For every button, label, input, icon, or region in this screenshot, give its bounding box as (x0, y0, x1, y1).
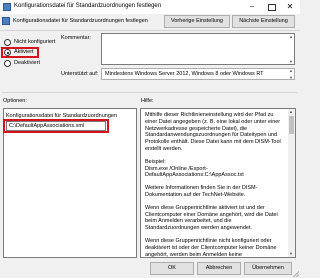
setting-icon (2, 17, 10, 25)
minimize-button[interactable]: – (243, 1, 261, 12)
radio-disabled[interactable] (4, 60, 11, 67)
next-setting-button[interactable]: Nächste Einstellung (232, 15, 295, 28)
comment-scroll-down-icon[interactable]: ▼ (288, 59, 294, 64)
radio-not-configured-label[interactable]: Nicht konfiguriert (14, 39, 55, 45)
section-divider (2, 92, 298, 93)
radio-enabled[interactable] (4, 49, 11, 56)
comment-label: Kommentar: (61, 35, 91, 41)
help-scrollbar-thumb[interactable] (289, 116, 294, 134)
maximize-button[interactable] (262, 1, 280, 12)
supported-value: Mindestens Windows Server 2012, Windows … (101, 68, 295, 80)
resize-grip-icon[interactable] (293, 271, 299, 277)
comment-scroll-up-icon[interactable]: ▲ (288, 34, 294, 39)
supported-scroll-down-icon[interactable]: ▼ (288, 75, 294, 80)
supported-label: Unterstützt auf: (61, 71, 99, 77)
help-paragraph: Mithilfe dieser Richtlinieneinstellung w… (145, 112, 281, 152)
maximize-icon (268, 4, 276, 11)
setting-title: Konfigurationsdatei für Standardzuordnun… (13, 18, 148, 24)
ok-button[interactable]: OK (150, 262, 194, 275)
window-title: Konfigurationsdatei für Standardzuordnun… (14, 3, 162, 9)
supported-scroll-up-icon[interactable]: ▲ (288, 68, 294, 73)
options-heading: Optionen: (3, 98, 27, 104)
help-scroll-down-icon[interactable]: ▼ (288, 251, 294, 256)
radio-disabled-label[interactable]: Deaktiviert (14, 60, 40, 66)
previous-setting-button[interactable]: Vorherige Einstellung (164, 15, 230, 28)
help-scroll-up-icon[interactable]: ▲ (288, 109, 294, 114)
help-text-panel: Mithilfe dieser Richtlinieneinstellung w… (140, 108, 296, 258)
help-paragraph: Beispiel: Dism.exe /Online /Export-Defau… (145, 158, 244, 179)
radio-enabled-label[interactable]: Aktiviert (14, 49, 34, 55)
help-paragraph: Weitere Informationen finden Sie in der … (145, 185, 258, 198)
help-paragraph: Wenn diese Gruppenrichtlinie aktiviert i… (145, 204, 278, 232)
config-file-path-input[interactable]: C:\DefaultAppAssociations.xml (6, 121, 106, 131)
help-heading: Hilfe: (141, 98, 154, 104)
cancel-button[interactable]: Abbrechen (197, 262, 241, 275)
header-divider (0, 30, 300, 31)
comment-textarea[interactable] (101, 33, 295, 65)
apply-button[interactable]: Übernehmen (244, 262, 292, 275)
close-button[interactable]: ✕ (281, 1, 299, 12)
radio-not-configured[interactable] (4, 39, 11, 46)
policy-icon (3, 3, 11, 11)
help-paragraph: Wenn diese Gruppenrichtlinie nicht konfi… (145, 237, 277, 258)
